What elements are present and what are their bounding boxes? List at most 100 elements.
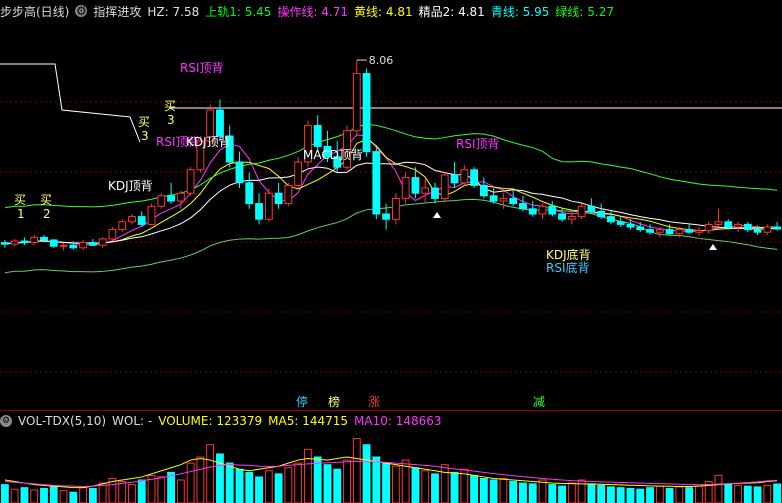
- volume-bar: [489, 479, 498, 503]
- ma10-value: MA10: 148663: [354, 414, 442, 428]
- volume-bar: [509, 481, 518, 503]
- mark-ting: 停: [296, 394, 308, 409]
- volume-bar: [558, 485, 566, 503]
- panel-divider: [0, 410, 782, 411]
- volume-bar: [391, 465, 400, 503]
- volume-bar: [167, 471, 175, 503]
- volume-bar: [313, 456, 322, 503]
- volume-bar: [636, 488, 645, 503]
- indicator-name[interactable]: 指挥进攻: [93, 3, 141, 20]
- volume-bar: [40, 487, 48, 503]
- candle-body: [49, 239, 58, 247]
- candle-body: [79, 242, 88, 249]
- upper-band-line: [4, 123, 778, 209]
- triangle-marker: [433, 212, 441, 218]
- volume-bar: [646, 487, 654, 503]
- volume-bar: [303, 448, 312, 503]
- volume-bar: [235, 468, 244, 503]
- volume-bar: [734, 484, 742, 503]
- max-price-label: 8.06: [369, 54, 394, 67]
- candle-body: [499, 197, 508, 202]
- volume-bar: [49, 485, 58, 503]
- volume-bar: [773, 483, 782, 503]
- indicator-value-2: 操作线: 4.71: [277, 4, 349, 19]
- volume-bar: [206, 444, 215, 503]
- volume-bar: [176, 479, 185, 503]
- candle-body: [548, 205, 557, 215]
- volume-bar: [597, 484, 606, 503]
- candle-body: [704, 223, 713, 232]
- volume-chart[interactable]: [0, 430, 782, 503]
- volume-bar: [352, 438, 361, 503]
- volume-bar: [519, 482, 527, 503]
- volume-bar: [69, 491, 78, 503]
- volume-bar: [274, 473, 283, 503]
- candle-body: [714, 221, 723, 225]
- rsi-bottom-label: RSI底背: [546, 260, 590, 275]
- candle-body: [489, 195, 498, 202]
- candle-body: [607, 216, 615, 223]
- candle-body: [382, 213, 391, 220]
- volume-bar: [245, 471, 254, 503]
- candle-body: [69, 244, 78, 249]
- rsi-top-label: RSI顶背: [456, 137, 500, 151]
- volume-header: ⚙ VOL-TDX(5,10) WOL: - VOLUME: 123379 MA…: [0, 412, 782, 430]
- mark-jian: 减: [533, 395, 545, 409]
- volume-bar: [225, 462, 234, 503]
- rsi-top-label: RSI顶背: [180, 61, 224, 75]
- volume-bar: [294, 462, 303, 503]
- settings-icon[interactable]: ⚙: [0, 415, 12, 427]
- volume-bar: [479, 477, 488, 503]
- volume-bar: [724, 484, 733, 503]
- candle-body: [264, 192, 273, 220]
- volume-bar: [157, 476, 166, 503]
- volume-bar: [567, 482, 576, 503]
- candle-body: [724, 221, 733, 228]
- volume-bar: [763, 484, 772, 503]
- volume-bar: [284, 467, 293, 503]
- settings-icon[interactable]: ⚙: [75, 5, 88, 17]
- candle-body: [567, 216, 576, 220]
- buy-signal-label: 买: [164, 99, 176, 113]
- volume-bar: [382, 462, 391, 503]
- candle-body: [665, 229, 674, 235]
- volume-indicator-name[interactable]: VOL-TDX(5,10): [18, 414, 106, 428]
- candle-body: [98, 238, 107, 246]
- volume-bar: [128, 484, 136, 503]
- candle-body: [636, 226, 645, 231]
- volume-bar: [538, 479, 547, 503]
- candle-body: [577, 205, 586, 218]
- volume-bar: [694, 485, 703, 503]
- candle-body: [274, 192, 283, 205]
- candle-body: [509, 197, 518, 205]
- candle-body: [352, 73, 361, 132]
- buy-signal-label: 买: [14, 193, 26, 207]
- candle-body: [694, 230, 703, 233]
- candle-body: [675, 229, 684, 235]
- indicator-value-4: 精品2: 4.81: [418, 4, 485, 19]
- volume-bar: [528, 483, 537, 503]
- candle-body: [40, 236, 48, 241]
- volume-bar: [607, 486, 615, 503]
- candle-body: [743, 223, 752, 231]
- candle-body: [558, 213, 566, 220]
- buy-signal-number: 1: [17, 207, 25, 221]
- candle-body: [137, 216, 146, 225]
- candle-body: [655, 229, 664, 233]
- volume-bar: [323, 464, 332, 503]
- buy-signal-number: 3: [141, 129, 149, 143]
- ma5-value: MA5: 144715: [268, 414, 349, 428]
- volume-bar: [411, 467, 420, 503]
- kdj-top-label: KDJ顶背: [186, 135, 231, 149]
- volume-bar: [186, 462, 195, 503]
- volume-bar: [10, 488, 19, 503]
- volume-bar: [137, 479, 146, 503]
- candle-body: [255, 203, 263, 220]
- candle-body: [88, 242, 97, 246]
- candle-body: [0, 242, 9, 245]
- price-chart[interactable]: 8.06RSI顶背RSI顶背 RSI顶背KDJ顶背KDJ顶背MACD顶背KDJ底背…: [0, 22, 782, 410]
- candle-body: [421, 187, 430, 194]
- kdj-bottom-label: KDJ底背: [546, 247, 591, 262]
- volume-bar: [655, 485, 664, 503]
- volume-bar: [0, 484, 9, 503]
